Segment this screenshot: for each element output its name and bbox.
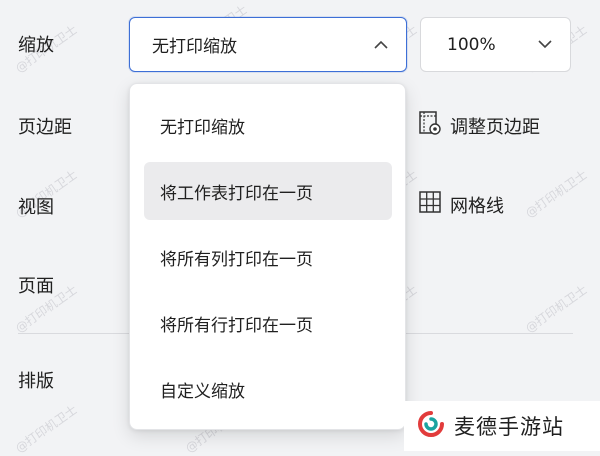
- menu-item-label: 自定义缩放: [160, 381, 245, 402]
- scale-select[interactable]: 无打印缩放: [129, 17, 407, 72]
- gridlines-toggle[interactable]: 网格线: [418, 190, 504, 219]
- layout-label: 排版: [18, 371, 54, 392]
- menu-item-label: 将所有行打印在一页: [160, 315, 313, 336]
- watermark-text: @打印机卫士: [12, 402, 80, 456]
- zoom-select[interactable]: 100%: [420, 17, 571, 72]
- scale-label: 缩放: [18, 35, 54, 56]
- watermark-text: @打印机卫士: [522, 282, 590, 336]
- menu-item-fit-columns-one-page[interactable]: 将所有列打印在一页: [144, 228, 392, 286]
- scale-select-value: 无打印缩放: [152, 37, 237, 57]
- menu-item-custom-scaling[interactable]: 自定义缩放: [144, 360, 392, 418]
- menu-item-label: 无打印缩放: [160, 117, 245, 138]
- page-label: 页面: [18, 276, 54, 297]
- page-margins-icon: [418, 110, 442, 141]
- brand-logo-icon: [418, 410, 444, 442]
- grid-icon: [418, 190, 442, 219]
- menu-item-fit-sheet-one-page[interactable]: 将工作表打印在一页: [144, 162, 392, 220]
- margins-label: 页边距: [18, 117, 72, 138]
- menu-item-label: 将工作表打印在一页: [160, 183, 313, 204]
- gridlines-label: 网格线: [450, 195, 504, 217]
- chevron-up-icon: [370, 34, 392, 56]
- brand-name: 麦德手游站: [454, 415, 564, 439]
- adjust-margins-button[interactable]: 调整页边距: [418, 110, 540, 141]
- chevron-down-icon: [534, 34, 556, 56]
- zoom-select-value: 100%: [447, 34, 496, 55]
- adjust-margins-label: 调整页边距: [450, 116, 540, 138]
- menu-item-fit-rows-one-page[interactable]: 将所有行打印在一页: [144, 294, 392, 352]
- menu-item-no-scaling[interactable]: 无打印缩放: [144, 96, 392, 154]
- brand-badge: 麦德手游站: [404, 401, 600, 451]
- menu-item-label: 将所有列打印在一页: [160, 249, 313, 270]
- watermark-text: @打印机卫士: [522, 167, 590, 221]
- view-label: 视图: [18, 197, 54, 218]
- scale-dropdown-menu: 无打印缩放 将工作表打印在一页 将所有列打印在一页 将所有行打印在一页 自定义缩…: [129, 83, 406, 430]
